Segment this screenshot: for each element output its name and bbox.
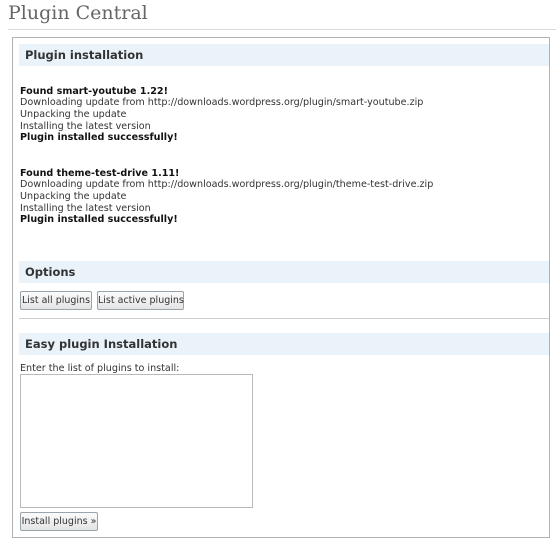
log-installing-line: Installing the latest version (20, 203, 151, 214)
log-installing-line: Installing the latest version (20, 121, 151, 132)
options-header: Options (19, 261, 549, 283)
plugin-central-panel: Plugin installation Found smart-youtube … (12, 37, 550, 538)
plugins-list-label: Enter the list of plugins to install: (20, 363, 180, 374)
plugin-installation-header: Plugin installation (19, 44, 549, 66)
install-plugins-button[interactable]: Install plugins » (20, 512, 98, 531)
title-divider (8, 29, 556, 30)
log-unpacking-line: Unpacking the update (20, 191, 127, 202)
log-found-line: Found theme-test-drive 1.11! (20, 168, 180, 179)
list-active-plugins-button[interactable]: List active plugins (97, 291, 184, 310)
log-downloading-line: Downloading update from http://downloads… (20, 97, 424, 108)
log-unpacking-line: Unpacking the update (20, 109, 127, 120)
list-all-plugins-button[interactable]: List all plugins (20, 291, 92, 310)
easy-plugin-installation-header: Easy plugin Installation (19, 333, 549, 355)
log-found-line: Found smart-youtube 1.22! (20, 86, 168, 97)
log-downloading-line: Downloading update from http://downloads… (20, 179, 434, 190)
section-divider (19, 318, 549, 319)
log-result-line: Plugin installed successfully! (20, 132, 178, 143)
log-result-line: Plugin installed successfully! (20, 214, 178, 225)
plugins-list-textarea[interactable] (20, 374, 253, 508)
page-title: Plugin Central (8, 2, 148, 24)
